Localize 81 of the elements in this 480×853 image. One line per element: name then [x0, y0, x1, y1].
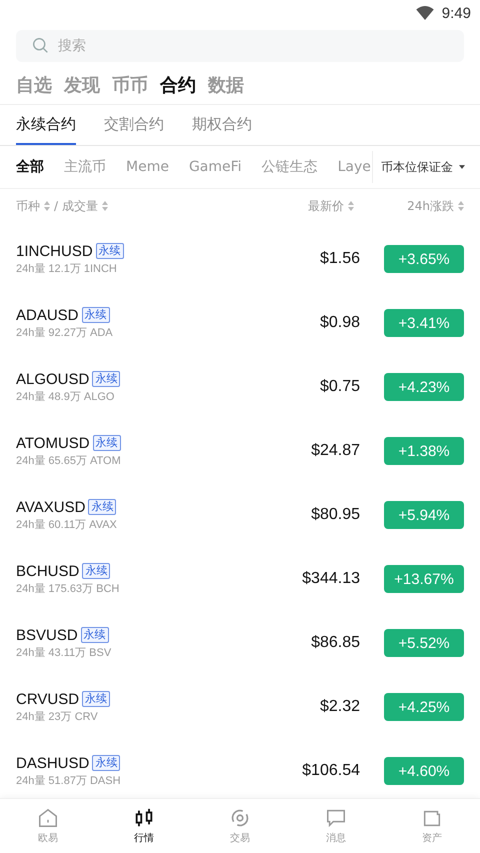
perpetual-tag: 永续	[92, 371, 120, 387]
sort-icon	[348, 201, 354, 211]
nav-tab[interactable]: 消息	[288, 799, 384, 853]
caret-icon	[459, 165, 465, 169]
change-badge: +13.67%	[384, 565, 464, 593]
chat-icon	[325, 807, 347, 829]
price-text: $0.75	[318, 378, 360, 396]
symbol-name: 1INCHUSD	[16, 242, 93, 260]
volume-text: 24h量 23万 CRV	[16, 710, 99, 724]
sort-icon	[44, 201, 50, 211]
change-badge: +3.65%	[384, 245, 464, 273]
price-text: $86.85	[310, 634, 360, 652]
column-header[interactable]: 最新价	[308, 198, 344, 214]
column-header[interactable]: 币种	[16, 198, 40, 214]
category-tab[interactable]: Laye	[338, 158, 371, 176]
price-text: $1.56	[318, 250, 360, 268]
change-badge: +4.60%	[384, 757, 464, 785]
cycle-icon	[229, 807, 251, 829]
symbol-name: BSVUSD	[16, 626, 78, 644]
column-header[interactable]: / 成交量	[54, 198, 98, 214]
change-badge: +4.25%	[384, 693, 464, 721]
perpetual-tag: 永续	[88, 499, 116, 515]
wifi-icon	[416, 6, 434, 20]
perpetual-tag: 永续	[82, 563, 110, 579]
volume-text: 24h量 65.65万 ATOM	[16, 454, 122, 468]
nav-tab[interactable]: 交易	[192, 799, 288, 853]
perpetual-tag: 永续	[82, 691, 110, 707]
category-tab[interactable]: Meme	[126, 158, 169, 176]
search-field[interactable]: 搜索	[16, 30, 464, 62]
price-text: $0.98	[318, 314, 360, 332]
price-text: $344.13	[301, 570, 360, 588]
category-tab[interactable]: 全部	[16, 158, 44, 176]
change-badge: +3.41%	[384, 309, 464, 337]
price-text: $2.32	[318, 698, 360, 716]
volume-text: 24h量 43.11万 BSV	[16, 646, 112, 660]
price-text: $106.54	[301, 762, 360, 780]
perpetual-tag: 永续	[80, 627, 109, 643]
perpetual-tag: 永续	[92, 755, 120, 771]
price-text: $80.95	[310, 506, 360, 524]
volume-text: 24h量 51.87万 DASH	[16, 774, 122, 788]
sort-icon	[102, 201, 108, 211]
change-badge: +5.94%	[384, 501, 464, 529]
column-header[interactable]: 24h涨跌	[407, 198, 454, 214]
market-tab[interactable]: 自选	[16, 73, 52, 97]
home-icon	[37, 807, 59, 829]
perpetual-tag: 永续	[92, 435, 121, 451]
market-tab[interactable]: 币币	[112, 73, 148, 97]
symbol-name: DASHUSD	[16, 754, 90, 772]
volume-text: 24h量 92.27万 ADA	[16, 326, 114, 340]
symbol-name: ALGOUSD	[16, 370, 90, 388]
price-text: $24.87	[310, 442, 360, 460]
category-tab[interactable]: GameFi	[188, 158, 242, 176]
symbol-name: ATOMUSD	[16, 434, 90, 452]
volume-text: 24h量 48.9万 ALGO	[16, 390, 116, 404]
symbol-name: BCHUSD	[16, 562, 80, 580]
volume-text: 24h量 60.11万 AVAX	[16, 518, 118, 532]
symbol-name: CRVUSD	[16, 690, 80, 708]
symbol-name: ADAUSD	[16, 306, 79, 324]
nav-tab[interactable]: 行情	[96, 799, 192, 853]
category-tab[interactable]: 公链生态	[262, 158, 318, 176]
category-tab[interactable]: 主流币	[64, 158, 106, 176]
volume-text: 24h量 175.63万 BCH	[16, 582, 120, 596]
nav-tab[interactable]: 资产	[384, 799, 480, 853]
candlestick-icon	[133, 807, 155, 829]
margin-dropdown[interactable]: 币本位保证金	[372, 151, 480, 183]
nav-tab[interactable]: 欧易	[0, 799, 96, 853]
contract-tab[interactable]: 交割合约	[104, 105, 164, 145]
perpetual-tag: 永续	[82, 307, 110, 323]
market-tab[interactable]: 发现	[64, 73, 100, 97]
change-badge: +4.23%	[384, 373, 464, 401]
change-badge: +1.38%	[384, 437, 464, 465]
perpetual-tag: 永续	[96, 243, 124, 259]
status-time: 9:49	[442, 4, 471, 22]
change-badge: +5.52%	[384, 629, 464, 657]
symbol-name: AVAXUSD	[16, 498, 86, 516]
market-tab[interactable]: 数据	[208, 73, 244, 97]
market-tab[interactable]: 合约	[160, 73, 196, 97]
contract-tab[interactable]: 永续合约	[16, 105, 76, 145]
sort-icon	[458, 201, 464, 211]
volume-text: 24h量 12.1万 1INCH	[16, 262, 118, 276]
contract-tab[interactable]: 期权合约	[192, 105, 252, 145]
